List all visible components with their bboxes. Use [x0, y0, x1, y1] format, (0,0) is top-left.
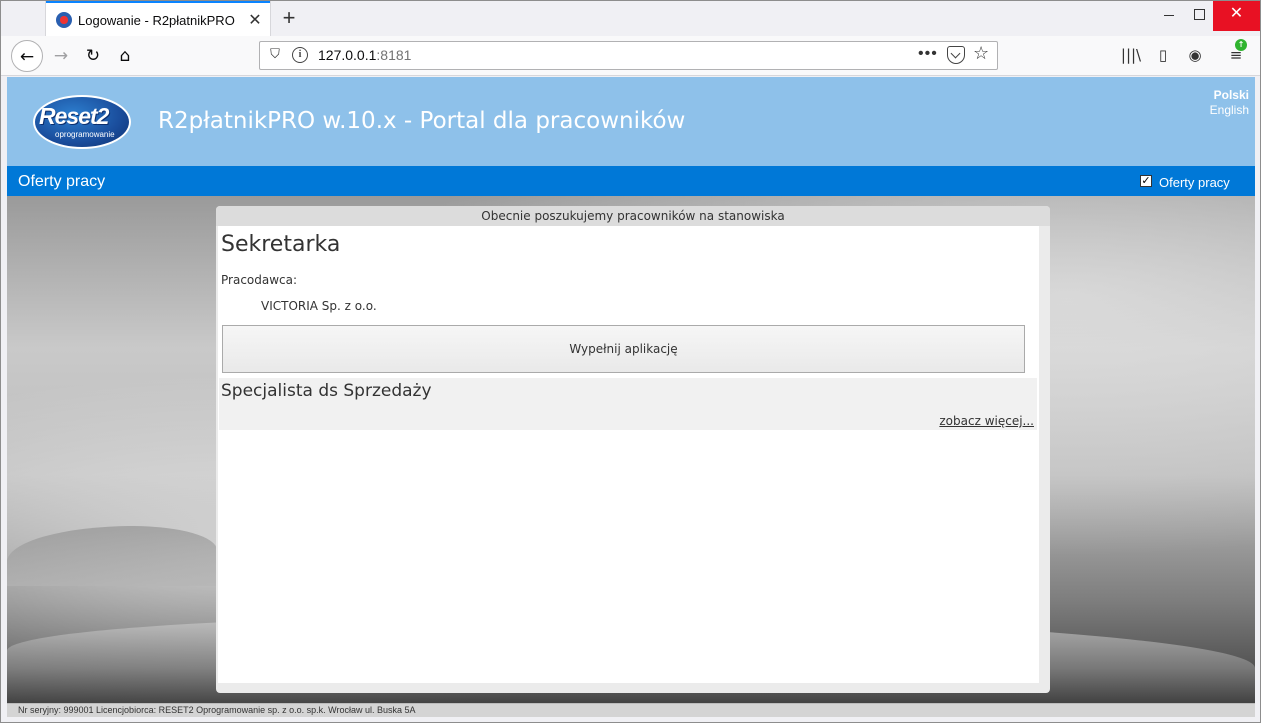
job-title-specjalista: Specjalista ds Sprzedaży — [221, 381, 432, 401]
employer-name: VICTORIA Sp. z o.o. — [261, 299, 377, 313]
logo-text: Reset2 — [39, 103, 109, 129]
tab-logowanie[interactable]: Logowanie - R2płatnikPRO ✕ — [46, 1, 270, 36]
job-offer-specjalista: Specjalista ds Sprzedaży zobacz więcej..… — [219, 378, 1037, 430]
site-header: Reset2 oprogramowanie R2płatnikPRO w.10.… — [7, 77, 1255, 166]
language-polski-link[interactable]: Polski — [1214, 88, 1249, 102]
reload-button[interactable]: ↻ — [77, 40, 109, 72]
tab-close-icon[interactable]: ✕ — [246, 11, 264, 29]
menu-title[interactable]: Oferty pracy — [18, 173, 105, 191]
background-dune — [7, 526, 217, 586]
reset2-logo: Reset2 oprogramowanie — [33, 95, 131, 149]
panel-body: Sekretarka Pracodawca: VICTORIA Sp. z o.… — [218, 226, 1039, 683]
see-more-link[interactable]: zobacz więcej... — [939, 414, 1034, 428]
back-button[interactable]: ← — [11, 40, 43, 72]
update-badge-icon: ↑ — [1235, 39, 1247, 51]
panel-heading: Obecnie poszukujemy pracowników na stano… — [216, 206, 1050, 226]
new-tab-button[interactable]: + — [277, 5, 301, 31]
favicon-icon — [56, 12, 72, 28]
navigation-bar: ← → ↻ ⌂ ⛉ i 127.0.0.1:8181 ••• ☆ |||\ ▯ … — [1, 36, 1260, 76]
language-english-link[interactable]: English — [1210, 103, 1249, 117]
page-footer: Nr seryjny: 999001 Licencjobiorca: RESET… — [7, 703, 1255, 717]
close-window-button[interactable]: ✕ — [1213, 1, 1260, 31]
page-title: R2płatnikPRO w.10.x - Portal dla pracown… — [158, 108, 686, 134]
home-button[interactable]: ⌂ — [109, 40, 141, 72]
page-content: Reset2 oprogramowanie R2płatnikPRO w.10.… — [7, 77, 1255, 717]
site-info-icon[interactable]: i — [292, 47, 308, 63]
employer-label: Pracodawca: — [221, 273, 298, 287]
account-icon[interactable]: ◉ — [1184, 44, 1206, 66]
forward-button[interactable]: → — [45, 40, 77, 72]
url-bar[interactable]: ⛉ i 127.0.0.1:8181 ••• ☆ — [259, 41, 998, 70]
pocket-icon[interactable] — [947, 46, 965, 64]
url-text[interactable]: 127.0.0.1:8181 — [318, 47, 411, 63]
bookmark-star-icon[interactable]: ☆ — [973, 43, 989, 64]
oferty-pracy-checkbox-label[interactable]: Oferty pracy — [1159, 175, 1230, 190]
library-icon[interactable]: |||\ — [1120, 44, 1142, 66]
url-port: :8181 — [376, 47, 412, 63]
page-actions-icon[interactable]: ••• — [918, 45, 938, 63]
menu-bar: Oferty pracy ✓ Oferty pracy — [7, 166, 1255, 196]
footer-text: Nr seryjny: 999001 Licencjobiorca: RESET… — [18, 705, 416, 715]
sidebar-icon[interactable]: ▯ — [1152, 44, 1174, 66]
tab-title: Logowanie - R2płatnikPRO — [78, 13, 235, 28]
logo-subtext: oprogramowanie — [55, 130, 115, 139]
tracking-shield-icon[interactable]: ⛉ — [266, 46, 284, 64]
oferty-pracy-checkbox[interactable]: ✓ — [1140, 175, 1152, 187]
tab-strip: Logowanie - R2płatnikPRO ✕ + ✕ — [1, 1, 1260, 36]
browser-window: Logowanie - R2płatnikPRO ✕ + ✕ ← → ↻ ⌂ ⛉… — [0, 0, 1261, 723]
job-offers-panel: Obecnie poszukujemy pracowników na stano… — [216, 206, 1050, 693]
job-title-sekretarka: Sekretarka — [221, 232, 341, 257]
apply-button[interactable]: Wypełnij aplikację — [222, 325, 1025, 373]
url-host: 127.0.0.1 — [318, 47, 377, 63]
